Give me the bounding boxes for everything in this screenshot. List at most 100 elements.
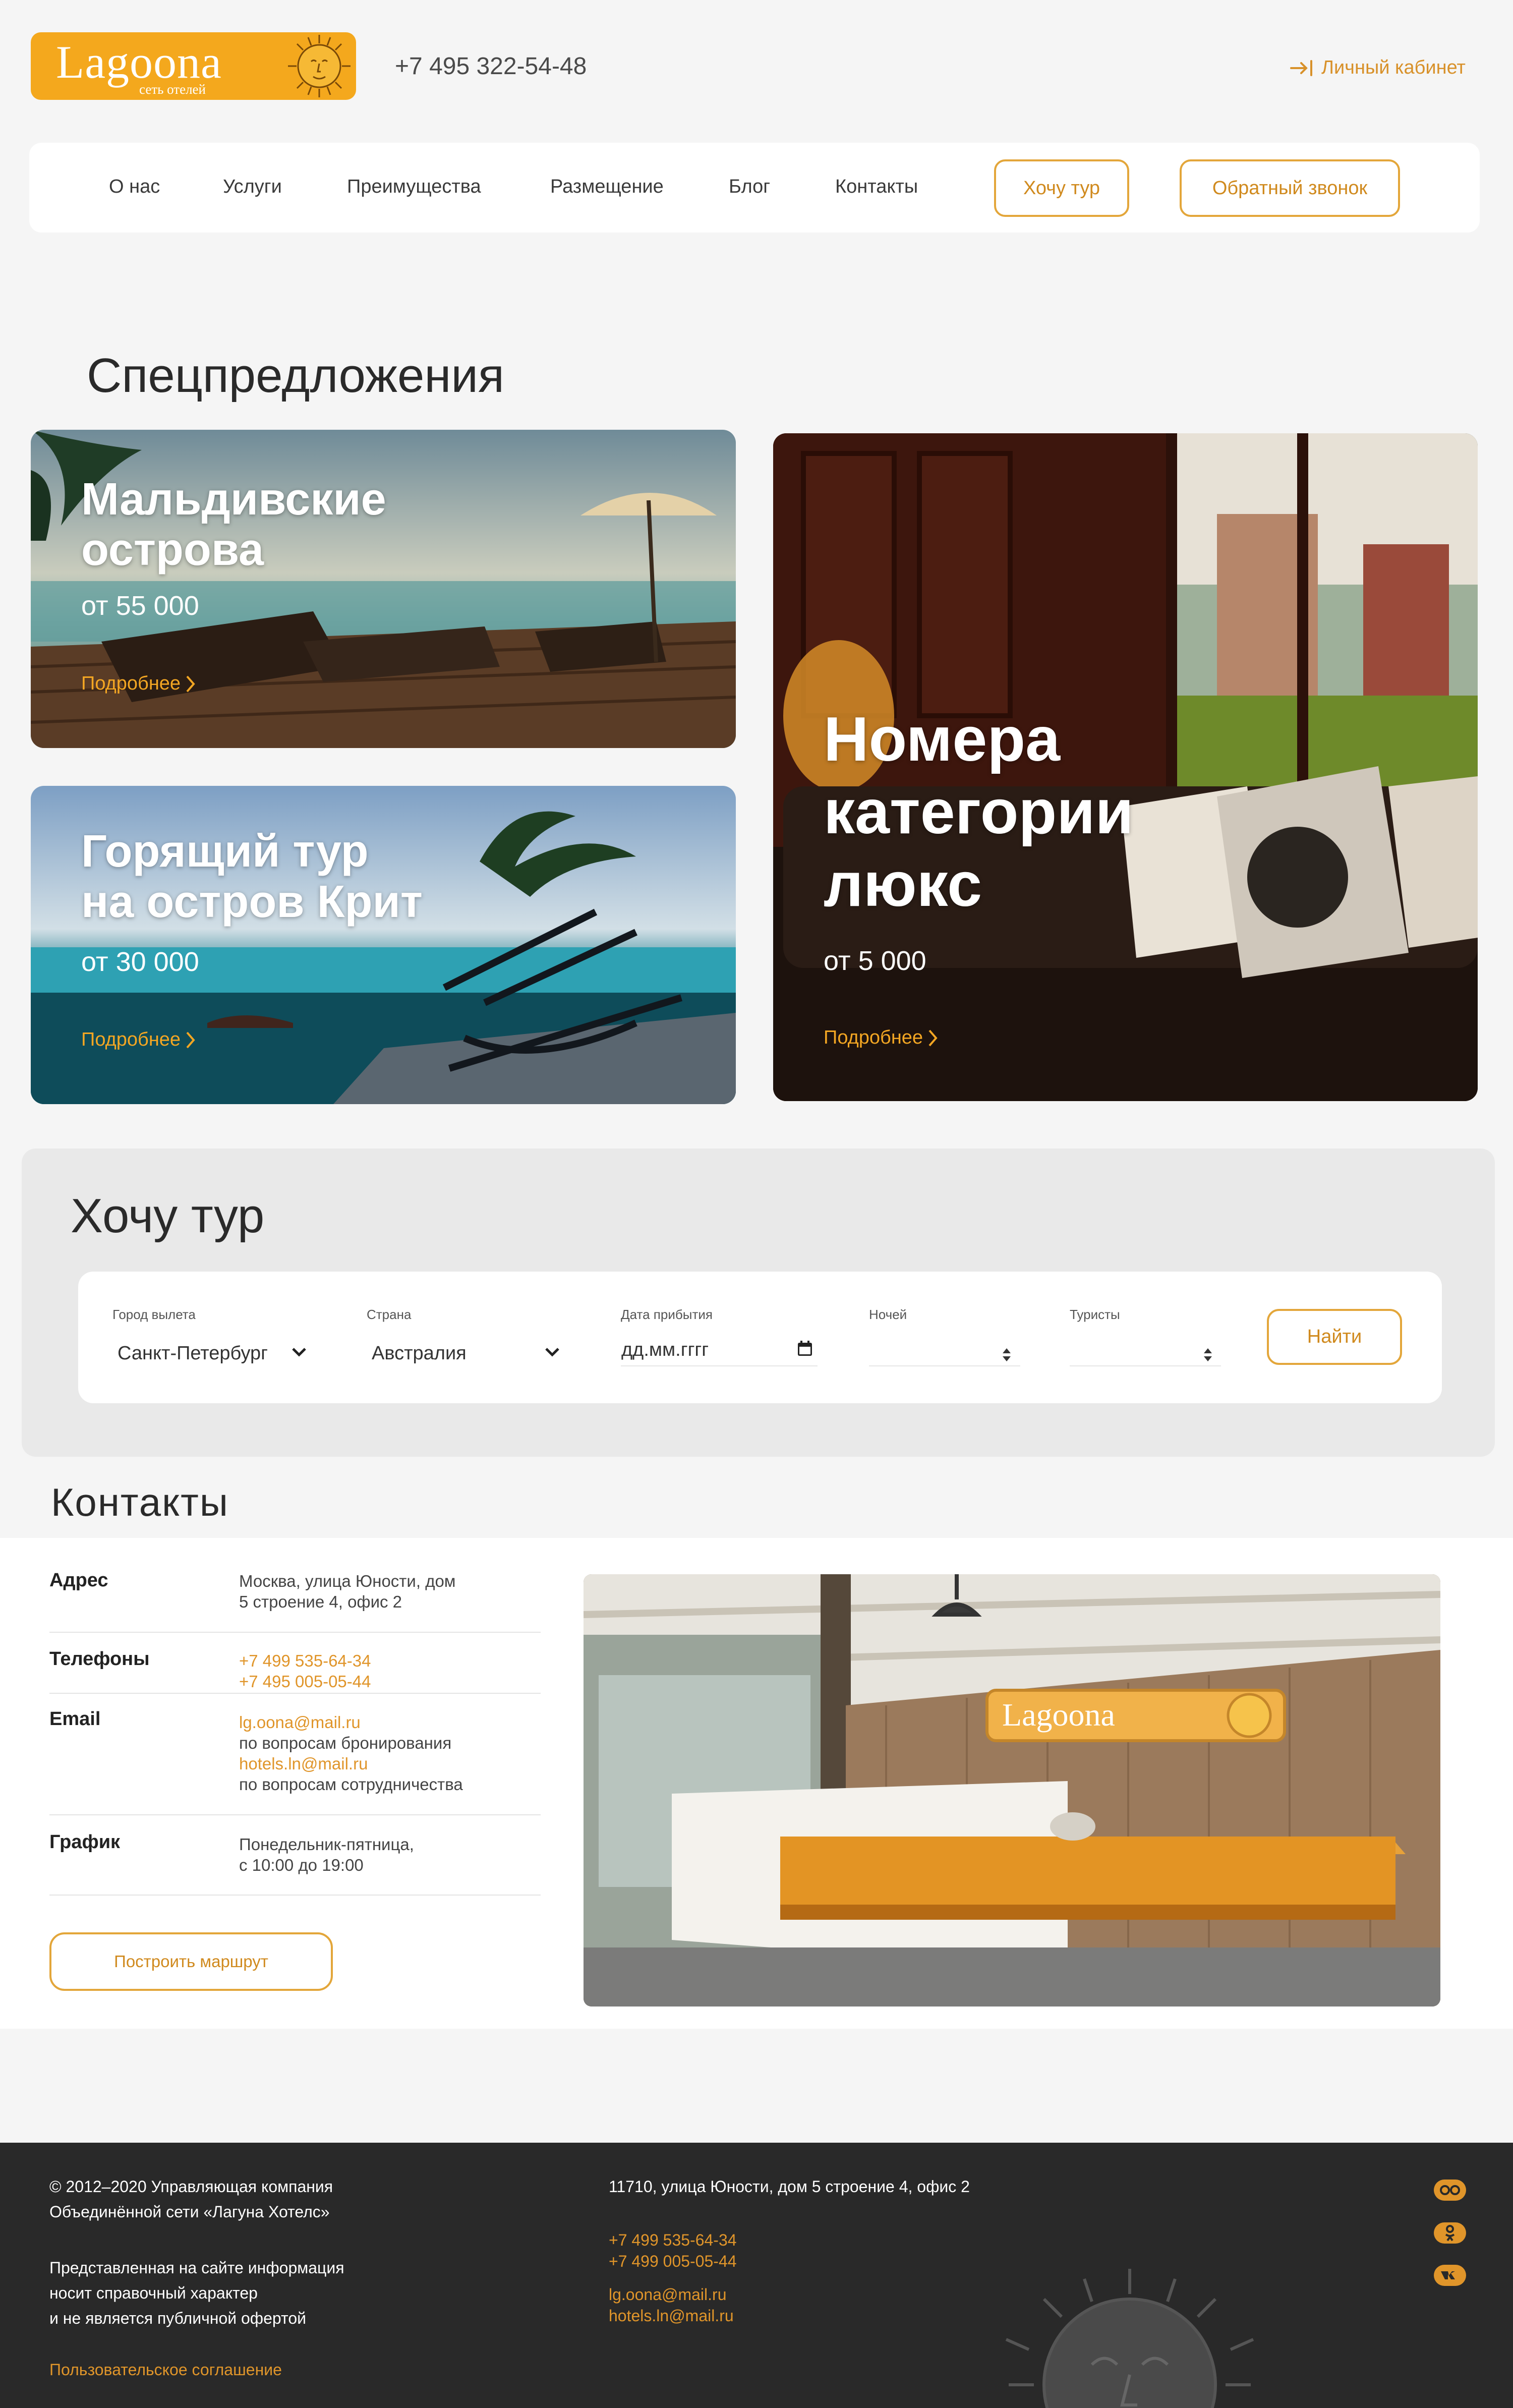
schedule-label: График [49, 1831, 121, 1853]
chevron-right-icon [186, 675, 195, 692]
schedule-line: Понедельник-пятница, [239, 1835, 414, 1854]
footer-emails: lg.oona@mail.ru hotels.ln@mail.ru [609, 2284, 734, 2326]
header-phone[interactable]: +7 495 322-54-48 [395, 52, 587, 80]
sun-logo-icon [288, 35, 351, 97]
callback-button[interactable]: Обратный звонок [1180, 159, 1400, 217]
city-label: Город вылета [112, 1307, 196, 1322]
email-link[interactable]: lg.oona@mail.ru [239, 1712, 463, 1733]
offer-card-title: Мальдивские [81, 474, 386, 525]
nav-item-blog[interactable]: Блог [729, 176, 770, 198]
footer-phone-link[interactable]: +7 499 005-05-44 [609, 2251, 737, 2272]
build-route-button[interactable]: Построить маршрут [49, 1932, 333, 1991]
tour-search-form: Город вылета Санкт-Петербург Страна Авст… [78, 1272, 1442, 1403]
login-icon [1290, 60, 1312, 76]
offer-card-luxury[interactable]: Номера категории люкс от 5 000 Подробнее [773, 433, 1478, 1101]
city-value: Санкт-Петербург [118, 1343, 268, 1364]
email-note: по вопросам бронирования [239, 1734, 452, 1752]
address-line: 5 строение 4, офис 2 [239, 1592, 402, 1611]
office-sign-text: Lagoona [1002, 1697, 1115, 1733]
divider [49, 1632, 541, 1633]
divider [49, 1895, 541, 1896]
nav-item-services[interactable]: Услуги [223, 176, 282, 198]
account-label: Личный кабинет [1321, 57, 1466, 78]
address-label: Адрес [49, 1570, 108, 1591]
stepper-icon [1003, 1348, 1011, 1361]
copyright-line: Объединённой сети «Лагуна Хотелс» [49, 2203, 330, 2221]
copyright: © 2012–2020 Управляющая компания Объедин… [49, 2174, 333, 2224]
disclaimer: Представленная на сайте информация носит… [49, 2255, 344, 2331]
offer-card-title: на остров Крит [81, 877, 423, 927]
phone-link[interactable]: +7 499 535-64-34 [239, 1650, 371, 1671]
stepper-icon [1204, 1348, 1212, 1361]
vk-icon[interactable] [1434, 2265, 1466, 2286]
date-underline [621, 1365, 818, 1366]
phones-value: +7 499 535-64-34 +7 495 005-05-44 [239, 1650, 371, 1692]
logo-subtitle: сеть отелей [139, 82, 206, 97]
more-label: Подробнее [81, 673, 181, 694]
divider [49, 1693, 541, 1694]
main-nav: О нас Услуги Преимущества Размещение Бло… [29, 143, 1480, 233]
address-value: Москва, улица Юности, дом 5 строение 4, … [239, 1571, 455, 1612]
email-value: lg.oona@mail.ru по вопросам бронирования… [239, 1712, 463, 1795]
copyright-line: © 2012–2020 Управляющая компания [49, 2177, 333, 2196]
nav-item-about[interactable]: О нас [109, 176, 160, 198]
offer-card-title: категории [824, 777, 1134, 847]
disclaimer-line: Представленная на сайте информация [49, 2259, 344, 2277]
offer-card-maldives[interactable]: Мальдивские острова от 55 000 Подробнее [31, 430, 736, 748]
country-value: Австралия [372, 1343, 467, 1364]
sun-watermark-icon [1005, 2269, 1254, 2408]
email-label: Email [49, 1708, 101, 1730]
email-link[interactable]: hotels.ln@mail.ru [239, 1753, 463, 1774]
user-agreement-link[interactable]: Пользовательское соглашение [49, 2357, 282, 2382]
offer-card-price: от 30 000 [81, 947, 199, 977]
chevron-down-icon [545, 1348, 559, 1357]
want-tour-button[interactable]: Хочу тур [994, 159, 1129, 217]
disclaimer-line: и не является публичной офертой [49, 2309, 306, 2327]
offer-card-more-link[interactable]: Подробнее [81, 673, 196, 695]
offer-card-title: Номера [824, 705, 1061, 774]
email-note: по вопросам сотрудничества [239, 1775, 463, 1794]
address-line: Москва, улица Юности, дом [239, 1572, 456, 1590]
phone-link[interactable]: +7 495 005-05-44 [239, 1671, 371, 1692]
nav-item-accommodation[interactable]: Размещение [550, 176, 664, 198]
tourists-label: Туристы [1070, 1307, 1120, 1322]
account-link[interactable]: Личный кабинет [1289, 57, 1466, 79]
calendar-icon [798, 1341, 812, 1356]
logo-wordmark: Lagoona [56, 36, 222, 88]
nights-underline [869, 1365, 1020, 1366]
reception-image: Lagoona [584, 1574, 1440, 2006]
more-label: Подробнее [81, 1029, 181, 1050]
tripadvisor-icon[interactable] [1434, 2180, 1466, 2201]
offer-card-more-link[interactable]: Подробнее [824, 1027, 938, 1049]
footer-phones: +7 499 535-64-34 +7 499 005-05-44 [609, 2229, 737, 2272]
footer-phone-link[interactable]: +7 499 535-64-34 [609, 2229, 737, 2251]
date-placeholder: дд.мм.гггг [621, 1339, 709, 1360]
chevron-down-icon [292, 1348, 306, 1357]
offer-card-more-link[interactable]: Подробнее [81, 1029, 196, 1051]
office-photo: Lagoona [584, 1574, 1440, 2006]
footer-email-link[interactable]: lg.oona@mail.ru [609, 2284, 734, 2305]
chevron-right-icon [928, 1029, 938, 1046]
footer-email-link[interactable]: hotels.ln@mail.ru [609, 2305, 734, 2326]
nav-item-advantages[interactable]: Преимущества [347, 176, 481, 198]
offer-card-price: от 5 000 [824, 946, 926, 976]
find-button[interactable]: Найти [1267, 1309, 1402, 1365]
phones-label: Телефоны [49, 1648, 150, 1670]
schedule-line: с 10:00 до 19:00 [239, 1856, 364, 1874]
offers-title: Спецпредложения [87, 349, 504, 403]
offer-card-title: Горящий тур [81, 826, 369, 877]
divider [49, 1814, 541, 1815]
country-label: Страна [367, 1307, 412, 1322]
contacts-title: Контакты [51, 1480, 229, 1524]
offer-card-crete[interactable]: Горящий тур на остров Крит от 30 000 Под… [31, 786, 736, 1104]
footer-address: 11710, улица Юности, дом 5 строение 4, о… [609, 2177, 970, 2196]
schedule-value: Понедельник-пятница, с 10:00 до 19:00 [239, 1834, 414, 1875]
odnoklassniki-icon[interactable] [1434, 2222, 1466, 2244]
offer-card-title: острова [81, 525, 264, 575]
offer-card-title: люкс [824, 850, 982, 920]
tourists-underline [1070, 1365, 1221, 1366]
offer-card-price: от 55 000 [81, 591, 199, 621]
more-label: Подробнее [824, 1027, 923, 1048]
logo[interactable]: Lagoona сеть отелей [31, 32, 356, 100]
nav-item-contacts[interactable]: Контакты [835, 176, 918, 198]
